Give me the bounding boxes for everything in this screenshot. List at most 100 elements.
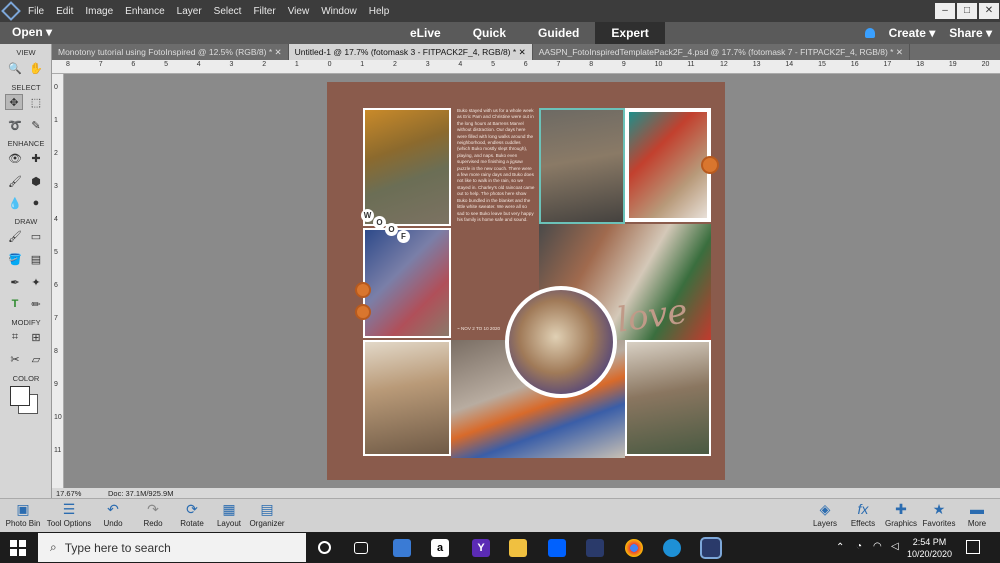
amazon-icon[interactable]: a — [431, 539, 449, 557]
tab-aaspn[interactable]: AASPN_FotoInspiredTemplatePack2F_4.psd @… — [533, 44, 910, 60]
eyedropper-tool-icon[interactable]: ✒ — [6, 274, 24, 290]
brush-tool-icon[interactable]: 🖌 — [6, 228, 24, 244]
photo-boardwalk[interactable] — [363, 108, 451, 226]
volume-icon[interactable]: ◁ — [891, 541, 899, 552]
marquee-tool-icon[interactable]: ⬚ — [27, 94, 45, 110]
mode-quick[interactable]: Quick — [457, 22, 522, 44]
close-button[interactable]: ✕ — [979, 3, 999, 19]
undo-button[interactable]: ↶ Undo — [100, 501, 126, 529]
mode-expert[interactable]: Expert — [595, 22, 665, 44]
menu-image[interactable]: Image — [79, 6, 119, 17]
menu-view[interactable]: View — [282, 6, 316, 17]
notification-bell-icon[interactable] — [864, 28, 875, 38]
ruler-tick-label: 2 — [54, 150, 58, 157]
tab-untitled[interactable]: Untitled-1 @ 17.7% (fotomask 3 - FITPACK… — [288, 44, 533, 60]
store-icon[interactable] — [393, 539, 411, 557]
organizer-button[interactable]: ▤ Organizer — [248, 501, 286, 529]
taskbar-clock[interactable]: 2:54 PM 10/20/2020 — [907, 536, 952, 560]
file-explorer-icon[interactable] — [509, 539, 527, 557]
maximize-button[interactable]: □ — [957, 3, 977, 19]
layout-button[interactable]: ▦ Layout — [214, 501, 244, 529]
zoom-level[interactable]: 17.67% — [56, 489, 81, 498]
chrome-icon[interactable] — [625, 539, 643, 557]
zoom-tool-icon[interactable]: 🔍 — [6, 60, 24, 76]
straighten-tool-icon[interactable]: ▱ — [27, 351, 45, 367]
quick-selection-tool-icon[interactable]: ✎ — [27, 117, 45, 133]
section-select-label: SELECT — [11, 83, 41, 92]
menu-select[interactable]: Select — [208, 6, 248, 17]
tab-close-icon[interactable]: ✕ — [896, 47, 903, 57]
redo-button[interactable]: ↷ Redo — [140, 501, 166, 529]
tool-options-button[interactable]: ☰ Tool Options — [45, 501, 93, 529]
orange-button-embellishment — [355, 304, 371, 320]
menu-layer[interactable]: Layer — [171, 6, 208, 17]
mode-guided[interactable]: Guided — [522, 22, 595, 44]
menu-window[interactable]: Window — [315, 6, 363, 17]
effects-button[interactable]: fx Effects — [848, 501, 878, 528]
mode-elive[interactable]: eLive — [394, 22, 457, 44]
tab-monotony[interactable]: Monotony tutorial using FotoInspired @ 1… — [52, 44, 289, 60]
photoshop-elements-icon[interactable] — [700, 537, 722, 559]
dropbox-icon[interactable] — [548, 539, 566, 557]
minimize-button[interactable]: – — [935, 3, 955, 19]
scrapbook-page[interactable]: Buko stayed with us for a whole week as … — [327, 82, 725, 480]
photo-circle-dog[interactable] — [505, 286, 617, 398]
wifi-icon[interactable]: ◠ — [873, 541, 882, 552]
gradient-tool-icon[interactable]: ▤ — [27, 251, 45, 267]
move-tool-icon[interactable]: ✥ — [5, 94, 23, 110]
photo-bin-button[interactable]: ▣ Photo Bin — [4, 501, 42, 529]
hand-tool-icon[interactable]: ✋ — [27, 60, 45, 76]
share-button[interactable]: Share ▾ — [949, 26, 992, 40]
taskbar-search-box[interactable]: ⌕ Type here to search — [38, 533, 306, 562]
favorites-button[interactable]: ★ Favorites — [922, 501, 956, 529]
elements-organizer-icon[interactable] — [586, 539, 604, 557]
graphics-button[interactable]: ✚ Graphics — [884, 501, 918, 529]
red-eye-tool-icon[interactable]: 👁 — [6, 150, 24, 166]
foreground-color-swatch[interactable] — [10, 386, 30, 406]
ruler-tick-label: 16 — [850, 61, 859, 68]
spot-healing-tool-icon[interactable]: ✚ — [27, 150, 45, 166]
tab-close-icon[interactable]: ✕ — [519, 47, 526, 57]
tab-close-icon[interactable]: ✕ — [275, 47, 282, 57]
notifications-icon[interactable] — [966, 540, 980, 554]
tray-chevron-icon[interactable]: ⌃ — [836, 542, 844, 553]
more-label: More — [967, 519, 987, 528]
pencil-tool-icon[interactable]: ✏ — [27, 296, 45, 312]
photo-woman-with-dog[interactable] — [363, 340, 451, 456]
create-button[interactable]: Create ▾ — [889, 26, 936, 40]
photo-man-with-dog[interactable] — [539, 108, 625, 224]
tab-label: AASPN_FotoInspiredTemplatePack2F_4.psd @… — [538, 47, 894, 57]
eraser-tool-icon[interactable]: ▭ — [27, 228, 45, 244]
windows-start-icon[interactable] — [10, 540, 26, 556]
menu-help[interactable]: Help — [363, 6, 396, 17]
content-aware-move-tool-icon[interactable]: ✂ — [6, 351, 24, 367]
doc-size-info[interactable]: Doc: 37.1M/925.9M — [108, 489, 173, 498]
custom-shape-tool-icon[interactable]: ✦ — [27, 274, 45, 290]
photo-desk[interactable] — [363, 228, 451, 338]
crop-tool-icon[interactable]: ⌗ — [6, 329, 24, 345]
rotate-button[interactable]: ⟳ Rotate — [176, 501, 208, 529]
task-view-icon[interactable] — [354, 542, 368, 554]
recompose-tool-icon[interactable]: ⊞ — [27, 329, 45, 345]
paint-bucket-tool-icon[interactable]: 🪣 — [6, 251, 24, 267]
open-button[interactable]: Open ▾ — [12, 25, 52, 39]
lasso-tool-icon[interactable]: ➰ — [6, 117, 24, 133]
tab-label: Untitled-1 @ 17.7% (fotomask 3 - FITPACK… — [294, 47, 517, 57]
layers-button[interactable]: ◈ Layers — [810, 501, 840, 529]
menu-file[interactable]: File — [22, 6, 50, 17]
yahoo-icon[interactable]: Y — [472, 539, 490, 557]
network-icon[interactable]: ◔ — [856, 541, 862, 552]
menu-filter[interactable]: Filter — [247, 6, 281, 17]
photo-man-in-chair[interactable] — [625, 340, 711, 456]
more-button[interactable]: ▬ More — [962, 501, 992, 528]
clone-stamp-tool-icon[interactable]: ⬢ — [27, 173, 45, 189]
blur-tool-icon[interactable]: 💧 — [6, 195, 24, 211]
menu-edit[interactable]: Edit — [50, 6, 79, 17]
edge-icon[interactable] — [663, 539, 681, 557]
cortana-icon[interactable] — [318, 541, 331, 554]
smart-brush-tool-icon[interactable]: 🖌 — [6, 173, 24, 189]
sponge-tool-icon[interactable]: ● — [27, 195, 45, 211]
type-tool-icon[interactable]: T — [6, 296, 24, 312]
photo-dog-with-scarf[interactable] — [625, 108, 711, 222]
menu-enhance[interactable]: Enhance — [119, 6, 170, 17]
